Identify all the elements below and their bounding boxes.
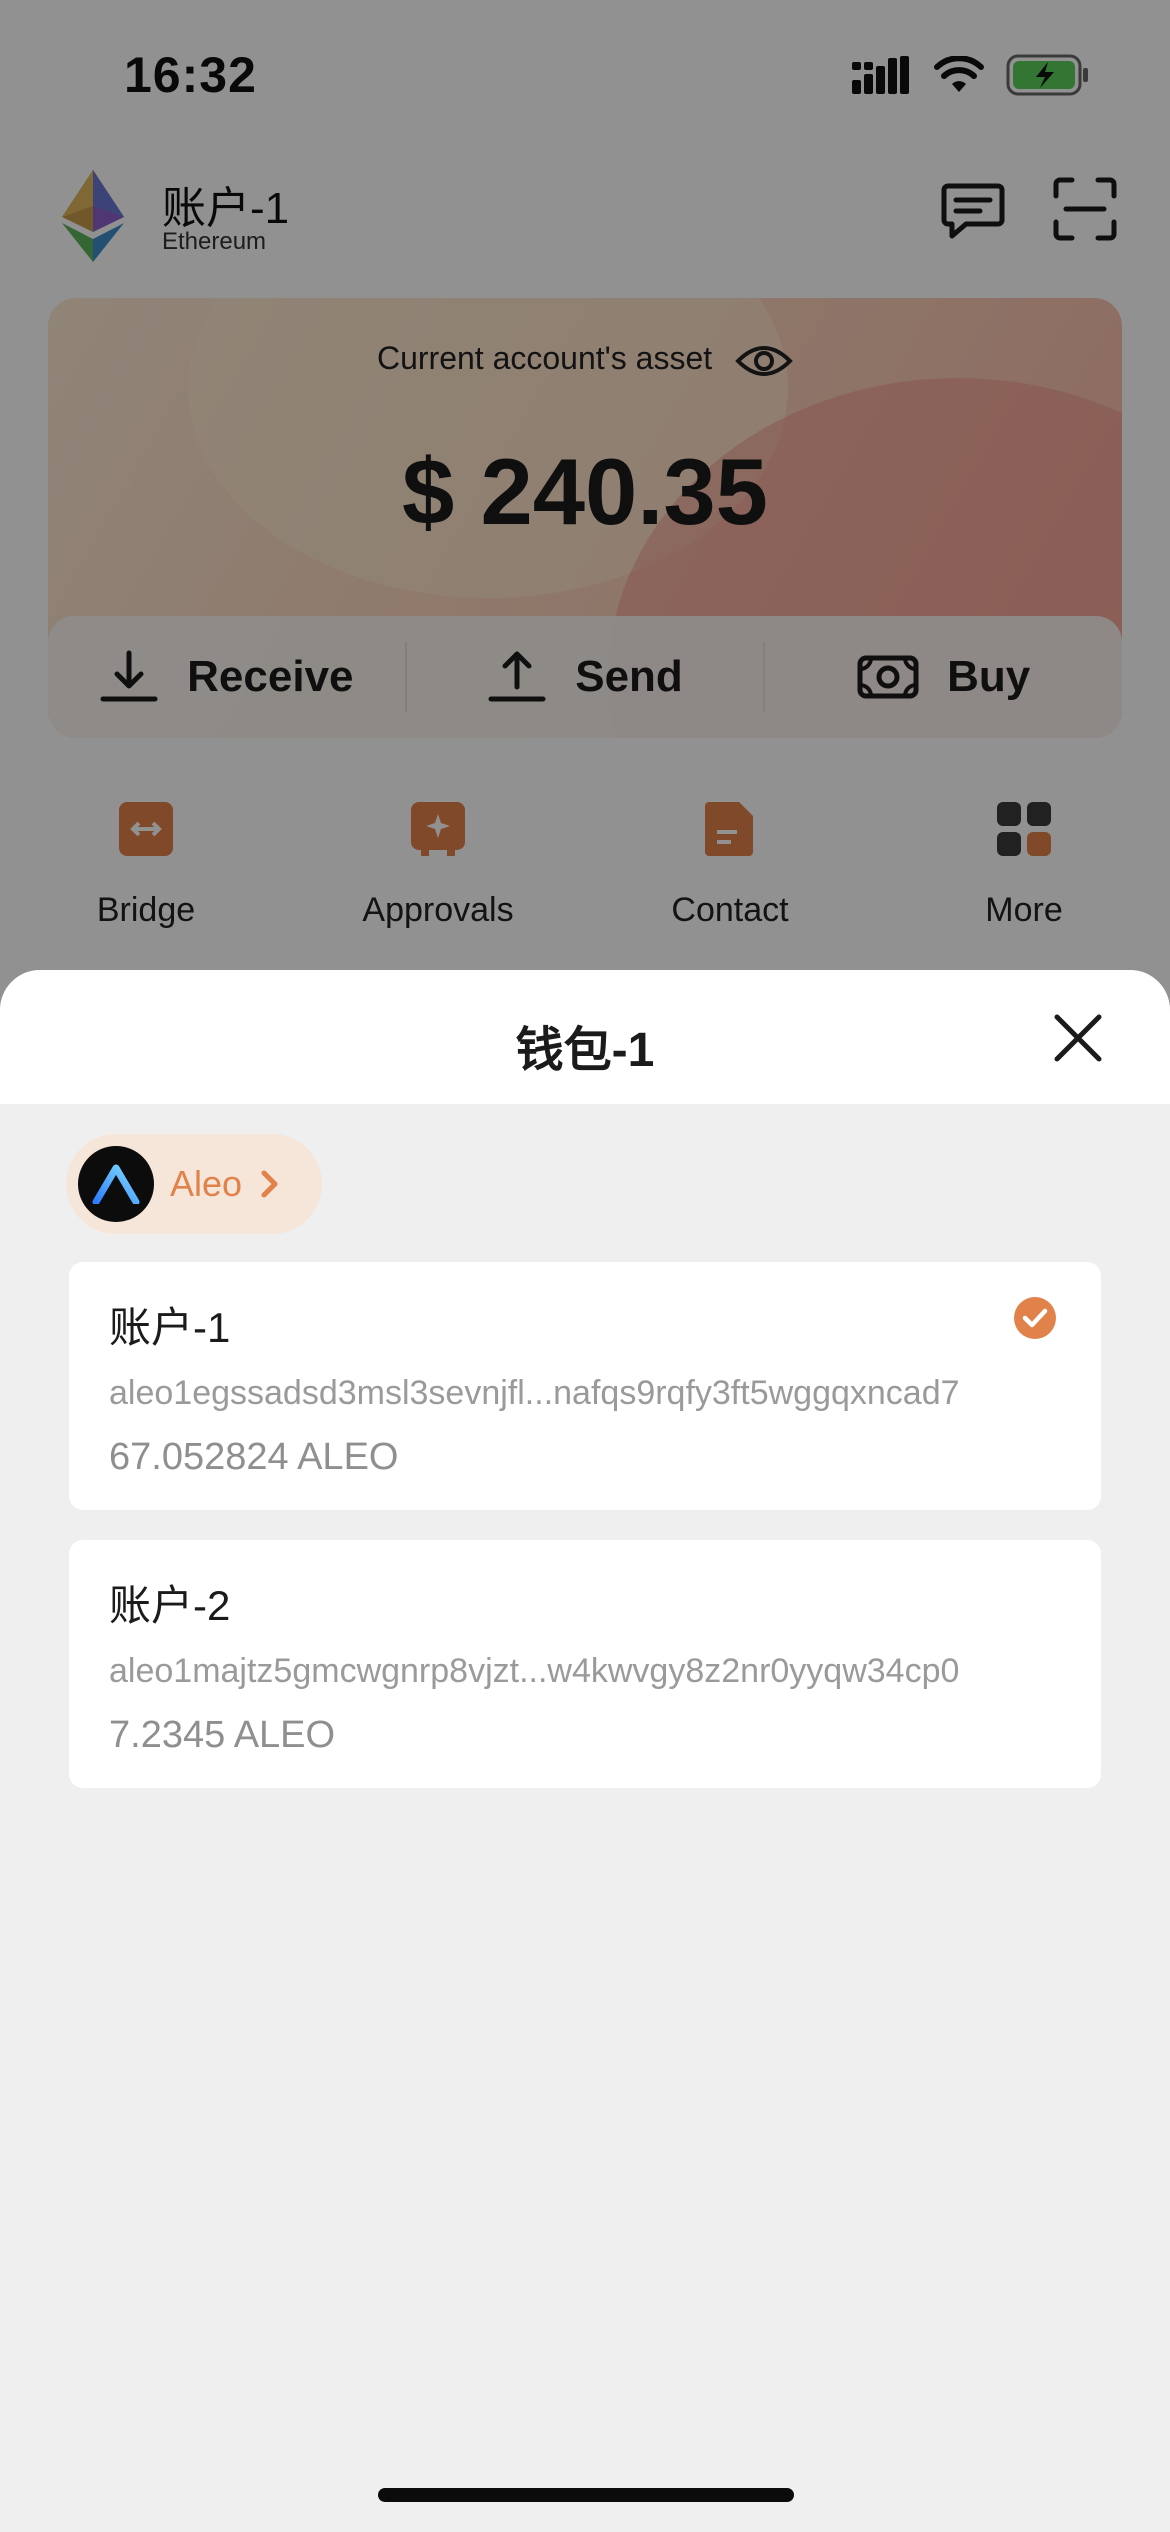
- close-icon[interactable]: [1052, 1012, 1104, 1064]
- aleo-logo-icon: [78, 1146, 154, 1222]
- account-card-1[interactable]: 账户-1 aleo1egssadsd3msl3sevnjfl...nafqs9r…: [69, 1262, 1101, 1510]
- check-circle-icon: [1014, 1297, 1056, 1339]
- home-indicator[interactable]: [378, 2488, 794, 2502]
- account-balance: 67.052824 ALEO: [109, 1436, 399, 1478]
- wallet-sheet: 钱包-1 Aleo 账户-1 aleo1egssadsd3msl3sevnjfl…: [0, 970, 1170, 2532]
- account-name: 账户-1: [109, 1304, 231, 1351]
- account-name: 账户-2: [109, 1582, 231, 1629]
- account-card-2[interactable]: 账户-2 aleo1majtz5gmcwgnrp8vjzt...w4kwvgy8…: [69, 1540, 1101, 1788]
- chain-chip-label: Aleo: [170, 1163, 243, 1204]
- chevron-right-icon: [261, 1170, 278, 1198]
- account-address: aleo1egssadsd3msl3sevnjfl...nafqs9rqfy3f…: [109, 1374, 960, 1412]
- chain-selector[interactable]: Aleo: [66, 1134, 322, 1234]
- sheet-header: 钱包-1: [0, 970, 1170, 1104]
- screen: 16:32 账户-1 Ethereum Current account's as…: [0, 0, 1170, 2532]
- account-address: aleo1majtz5gmcwgnrp8vjzt...w4kwvgy8z2nr0…: [109, 1652, 960, 1690]
- account-list: 账户-1 aleo1egssadsd3msl3sevnjfl...nafqs9r…: [69, 1262, 1101, 1818]
- sheet-title: 钱包-1: [515, 1024, 655, 1077]
- dim-overlay[interactable]: [0, 0, 1170, 1100]
- account-balance: 7.2345 ALEO: [109, 1714, 336, 1756]
